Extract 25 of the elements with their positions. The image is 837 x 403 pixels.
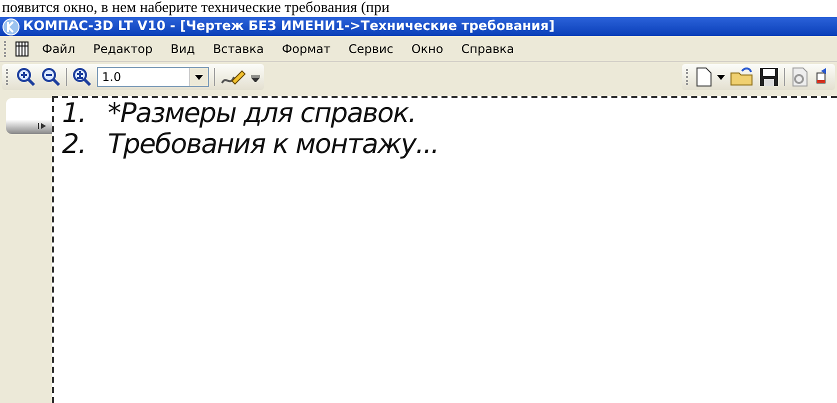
menu-item[interactable]: Файл xyxy=(35,40,82,58)
zoom-in-icon[interactable] xyxy=(16,67,36,87)
menu-item[interactable]: Редактор xyxy=(86,40,160,58)
dropdown-arrow-icon[interactable] xyxy=(195,74,203,80)
zoom-icon[interactable] xyxy=(72,67,92,87)
new-file-icon[interactable] xyxy=(696,67,712,87)
zoom-out-icon[interactable] xyxy=(41,67,61,87)
folder-icon[interactable] xyxy=(730,67,754,87)
scale-field[interactable]: 1.0 xyxy=(97,67,209,87)
page-text: появится окно, в нем наберите технические требования (при xyxy=(1,0,390,17)
menu-item[interactable]: Справка xyxy=(454,40,522,58)
expand-arrow-icon[interactable] xyxy=(38,122,46,130)
menu-item[interactable]: Формат xyxy=(274,40,338,58)
dropdown-arrow-icon[interactable] xyxy=(717,74,725,80)
window-title: КОМПАС-3D LT V10 - [Чертеж БЕЗ ИМЕНИ1->Технические требования] xyxy=(23,18,555,36)
menu-item[interactable]: Вставка xyxy=(206,40,271,58)
list-number: 1. xyxy=(62,98,86,129)
list-number: 2. xyxy=(62,129,86,160)
print-preview-icon[interactable] xyxy=(790,67,810,87)
menu-item[interactable]: Вид xyxy=(164,40,202,58)
menu-item[interactable]: Сервис xyxy=(342,40,400,58)
menu-item[interactable]: Окно xyxy=(404,40,450,58)
requirement-text: *Размеры для справок. xyxy=(108,98,416,129)
app-logo-icon xyxy=(2,18,20,36)
requirement-text: Требования к монтажу... xyxy=(108,129,438,160)
